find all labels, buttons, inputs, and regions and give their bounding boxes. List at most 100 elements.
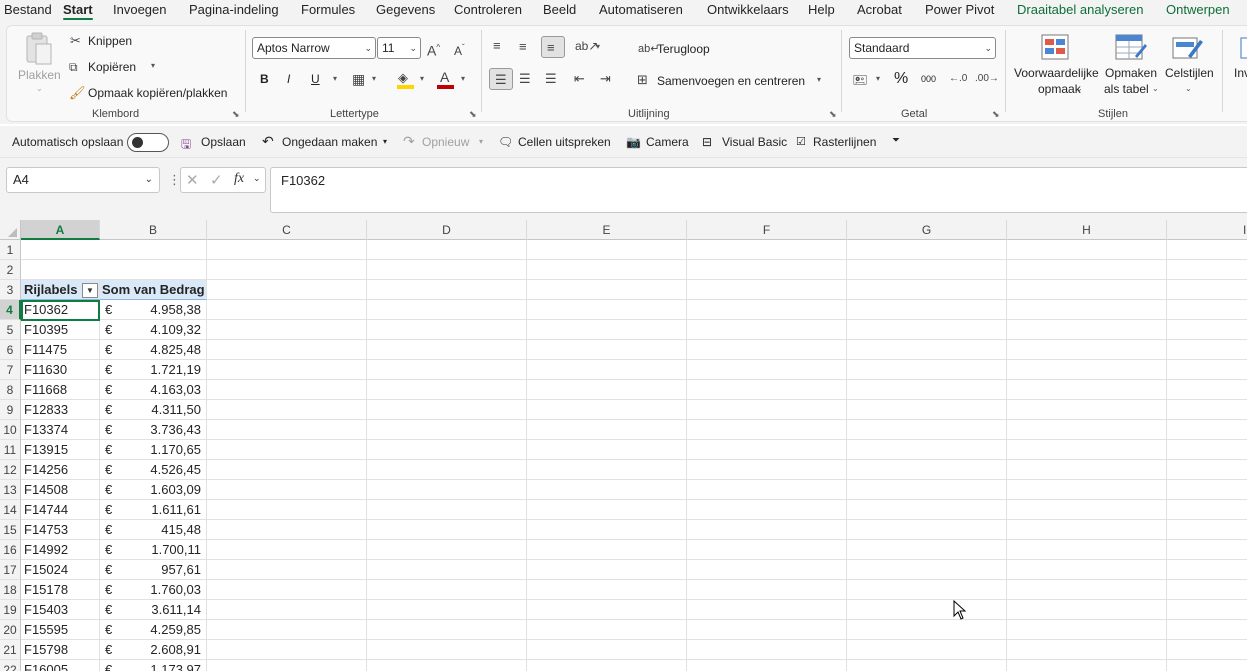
conditional-format-button[interactable]: Voorwaardelijke opmaak ⌄ [1012, 32, 1100, 98]
save-button[interactable]: Opslaan [201, 135, 246, 149]
empty-cell[interactable] [847, 640, 1007, 660]
redo-dropdown-icon[interactable]: ▾ [479, 137, 483, 146]
empty-cell[interactable] [527, 480, 687, 500]
empty-cell[interactable] [1007, 660, 1167, 671]
empty-cell[interactable] [367, 300, 527, 320]
amount-cell[interactable]: €1.170,65 [100, 440, 207, 460]
empty-cell[interactable] [687, 500, 847, 520]
empty-cell[interactable] [1007, 420, 1167, 440]
amount-cell[interactable]: €4.163,03 [100, 380, 207, 400]
empty-cell[interactable] [687, 480, 847, 500]
empty-cell[interactable] [367, 360, 527, 380]
tab-draaitabel-analyseren[interactable]: Draaitabel analyseren [1017, 1, 1143, 18]
empty-cell[interactable] [207, 640, 367, 660]
amount-cell[interactable]: €4.311,50 [100, 400, 207, 420]
empty-cell[interactable] [1167, 480, 1247, 500]
row-header[interactable]: 17 [0, 560, 21, 580]
column-header-f[interactable]: F [687, 220, 847, 240]
empty-cell[interactable] [1007, 240, 1167, 260]
empty-cell[interactable] [207, 440, 367, 460]
empty-cell[interactable] [847, 380, 1007, 400]
empty-cell[interactable] [207, 340, 367, 360]
row-label-cell[interactable]: F15403 [21, 600, 100, 620]
empty-cell[interactable] [687, 300, 847, 320]
empty-cell[interactable] [1007, 640, 1167, 660]
empty-cell[interactable] [527, 360, 687, 380]
empty-cell[interactable] [847, 360, 1007, 380]
font-name-select[interactable]: Aptos Narrow ⌄ [252, 37, 376, 59]
empty-cell[interactable] [1167, 320, 1247, 340]
empty-cell[interactable] [1007, 600, 1167, 620]
borders-icon[interactable]: ▦ [352, 71, 365, 87]
empty-cell[interactable] [527, 260, 687, 280]
row-label-cell[interactable]: F16005 [21, 660, 100, 671]
empty-cell[interactable] [367, 520, 527, 540]
tab-gegevens[interactable]: Gegevens [376, 1, 435, 18]
empty-cell[interactable] [1167, 260, 1247, 280]
number-launcher-icon[interactable]: ⬊ [992, 109, 1000, 120]
row-header[interactable]: 16 [0, 540, 21, 560]
row-header[interactable]: 1 [0, 240, 21, 260]
amount-cell[interactable]: €1.603,09 [100, 480, 207, 500]
amount-cell[interactable]: €2.608,91 [100, 640, 207, 660]
row-header[interactable]: 20 [0, 620, 21, 640]
customize-qat-icon[interactable]: ⏷ [892, 135, 900, 146]
column-header-g[interactable]: G [847, 220, 1007, 240]
empty-cell[interactable] [687, 600, 847, 620]
column-header-e[interactable]: E [527, 220, 687, 240]
row-label-cell[interactable]: F13374 [21, 420, 100, 440]
empty-cell[interactable] [207, 500, 367, 520]
amount-cell[interactable]: €3.611,14 [100, 600, 207, 620]
empty-cell[interactable] [1167, 340, 1247, 360]
row-header[interactable]: 11 [0, 440, 21, 460]
bold-button[interactable]: B [260, 72, 269, 86]
row-header[interactable]: 19 [0, 600, 21, 620]
empty-cell[interactable] [1007, 280, 1167, 300]
insert-cells-button[interactable]: Inv [1232, 32, 1247, 98]
fill-color-button[interactable]: ◈ [397, 70, 415, 90]
empty-cell[interactable] [1167, 600, 1247, 620]
row-label-cell[interactable]: F15178 [21, 580, 100, 600]
tab-ontwikkelaars[interactable]: Ontwikkelaars [707, 1, 789, 18]
row-header[interactable]: 21 [0, 640, 21, 660]
empty-cell[interactable] [687, 660, 847, 671]
empty-cell[interactable] [367, 400, 527, 420]
cell-styles-button[interactable]: Celstijlen ⌄ [1162, 32, 1216, 98]
tab-help[interactable]: Help [808, 1, 835, 18]
align-bottom-button[interactable]: ≡ [541, 36, 565, 58]
percent-button[interactable]: % [894, 70, 908, 88]
empty-cell[interactable] [847, 260, 1007, 280]
select-all-button[interactable] [0, 220, 21, 240]
empty-cell[interactable] [367, 500, 527, 520]
empty-cell[interactable] [687, 440, 847, 460]
empty-cell[interactable] [207, 460, 367, 480]
amount-cell[interactable]: €1.173,97 [100, 660, 207, 671]
empty-cell[interactable] [1167, 580, 1247, 600]
undo-button[interactable]: Ongedaan maken [282, 135, 377, 149]
formula-input[interactable]: F10362 [270, 167, 1247, 213]
empty-cell[interactable] [687, 360, 847, 380]
orientation-icon[interactable]: ab↗ [575, 38, 598, 54]
empty-cell[interactable] [847, 660, 1007, 671]
empty-cell[interactable] [527, 300, 687, 320]
font-size-select[interactable]: 11 ⌄ [377, 37, 421, 59]
empty-cell[interactable] [367, 640, 527, 660]
copy-button[interactable]: Kopiëren [88, 60, 136, 74]
empty-cell[interactable] [1007, 460, 1167, 480]
redo-button[interactable]: Opnieuw [422, 135, 469, 149]
speak-cells-button[interactable]: Cellen uitspreken [518, 135, 611, 149]
empty-cell[interactable] [207, 380, 367, 400]
empty-cell[interactable] [527, 420, 687, 440]
empty-cell[interactable] [847, 580, 1007, 600]
empty-cell[interactable] [527, 600, 687, 620]
empty-cell[interactable] [1167, 560, 1247, 580]
empty-cell[interactable] [687, 580, 847, 600]
empty-cell[interactable] [527, 280, 687, 300]
empty-cell[interactable] [527, 460, 687, 480]
orientation-dropdown-icon[interactable]: ▾ [596, 42, 600, 51]
format-painter-button[interactable]: Opmaak kopiëren/plakken [88, 86, 227, 100]
row-label-cell[interactable]: F14256 [21, 460, 100, 480]
empty-cell[interactable] [1167, 360, 1247, 380]
empty-cell[interactable] [367, 440, 527, 460]
empty-cell[interactable] [207, 540, 367, 560]
